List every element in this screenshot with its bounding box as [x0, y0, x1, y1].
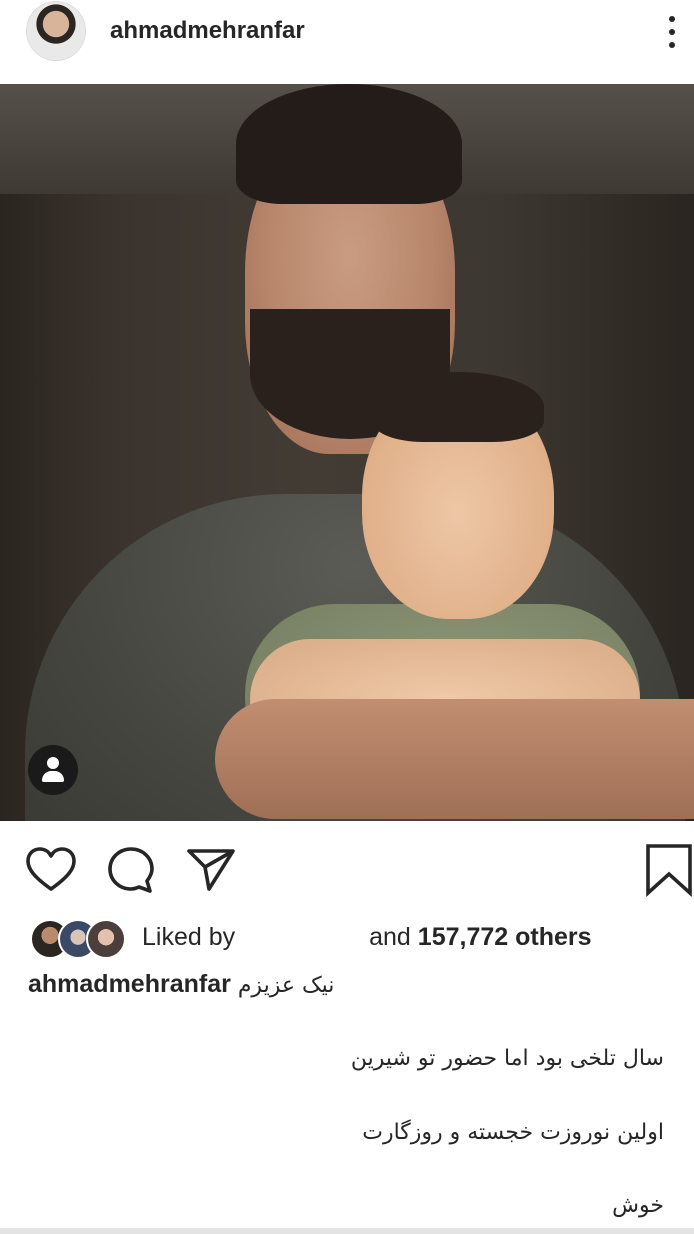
caption-username[interactable]: ahmadmehranfar — [28, 970, 231, 998]
comment-icon[interactable] — [104, 843, 158, 897]
bookmark-icon[interactable] — [642, 843, 694, 898]
send-icon[interactable] — [184, 843, 238, 897]
post-username[interactable]: ahmadmehranfar — [110, 17, 305, 45]
more-options-icon[interactable] — [660, 14, 684, 50]
profile-avatar[interactable] — [27, 2, 85, 60]
photo-man-hair — [236, 84, 462, 204]
liked-by-avatars[interactable] — [30, 919, 130, 959]
bottom-edge — [0, 1228, 694, 1234]
liked-by-prefix: Liked by — [142, 923, 236, 951]
photo-man-arm — [215, 699, 694, 819]
post-photo[interactable] — [0, 84, 694, 821]
caption-line-2: سال تلخی بود اما حضور تو شیرین — [350, 1046, 664, 1071]
caption-line-1: نیک عزیزم — [237, 973, 335, 998]
heart-icon[interactable] — [24, 843, 78, 897]
liked-by-and: and — [369, 923, 411, 951]
caption-line-3: اولین نوروزت خجسته و روزگارت — [362, 1120, 664, 1145]
photo-baby-hair — [372, 372, 544, 442]
caption: ahmadmehranfar نیک عزیزم — [28, 970, 334, 999]
liker-avatar[interactable] — [86, 919, 126, 959]
liked-by-text[interactable]: Liked by and 157,772 others — [142, 923, 592, 952]
tagged-users-icon[interactable] — [28, 745, 78, 795]
caption-line-4: خوش — [612, 1193, 664, 1218]
likes-count[interactable]: 157,772 others — [418, 923, 592, 951]
post-header: ahmadmehranfar — [0, 0, 694, 82]
